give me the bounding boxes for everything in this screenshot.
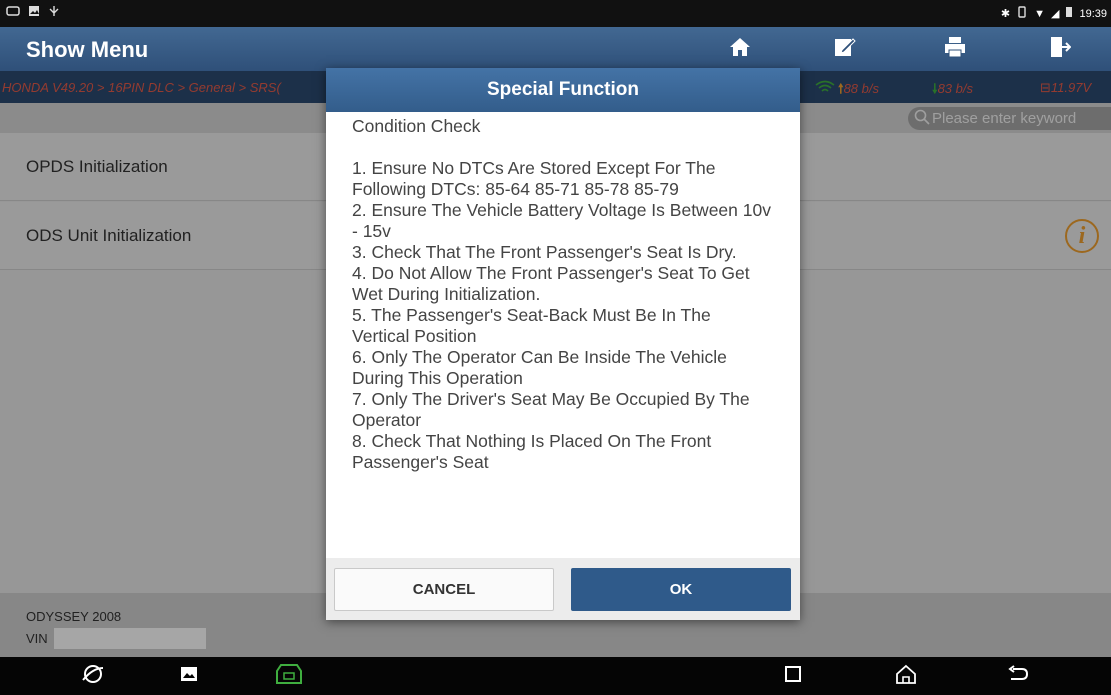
recents-button[interactable] (778, 663, 808, 689)
print-icon (944, 36, 966, 63)
ok-button[interactable]: OK (571, 568, 791, 611)
bluetooth-icon: ✱ (1000, 8, 1011, 20)
dialog-footer: CANCEL OK (326, 558, 800, 620)
gallery-shortcut-button[interactable] (174, 663, 204, 689)
usb-notification-icon (48, 5, 60, 20)
print-button[interactable] (905, 27, 1005, 71)
clock: 19:39 (1079, 7, 1107, 20)
vci-shortcut-button[interactable] (272, 663, 306, 689)
status-bar: ✱ ▼ ◢ 19:39 (0, 0, 1111, 27)
battery-icon (1065, 6, 1073, 21)
back-icon (1007, 664, 1029, 688)
system-nav-bar (0, 657, 1111, 695)
signal-icon: ◢ (1051, 8, 1060, 20)
vci-icon (275, 663, 303, 690)
page-title: Show Menu (26, 37, 149, 62)
image-notification-icon (28, 5, 40, 20)
app-header: Show Menu (0, 27, 1111, 71)
vci-notification-icon (6, 5, 20, 20)
vibrate-icon (1016, 6, 1028, 21)
home-nav-icon (895, 664, 917, 689)
dialog-message: Condition Check 1. Ensure No DTCs Are St… (352, 116, 771, 472)
gallery-icon (180, 666, 198, 687)
exit-icon (1049, 36, 1072, 63)
special-function-dialog: Special Function Condition Check 1. Ensu… (326, 68, 800, 620)
home-nav-button[interactable] (891, 663, 921, 689)
recents-icon (784, 665, 802, 688)
browser-shortcut-button[interactable] (78, 663, 108, 689)
edit-report-icon (834, 36, 856, 63)
wifi-icon: ▼ (1034, 7, 1045, 20)
exit-button[interactable] (1010, 27, 1110, 71)
edit-report-button[interactable] (795, 27, 895, 71)
browser-icon (81, 662, 105, 691)
back-button[interactable] (1003, 663, 1033, 689)
dialog-title: Special Function (326, 68, 800, 112)
home-icon (729, 37, 751, 62)
cancel-button[interactable]: CANCEL (334, 568, 554, 611)
home-button[interactable] (690, 27, 790, 71)
